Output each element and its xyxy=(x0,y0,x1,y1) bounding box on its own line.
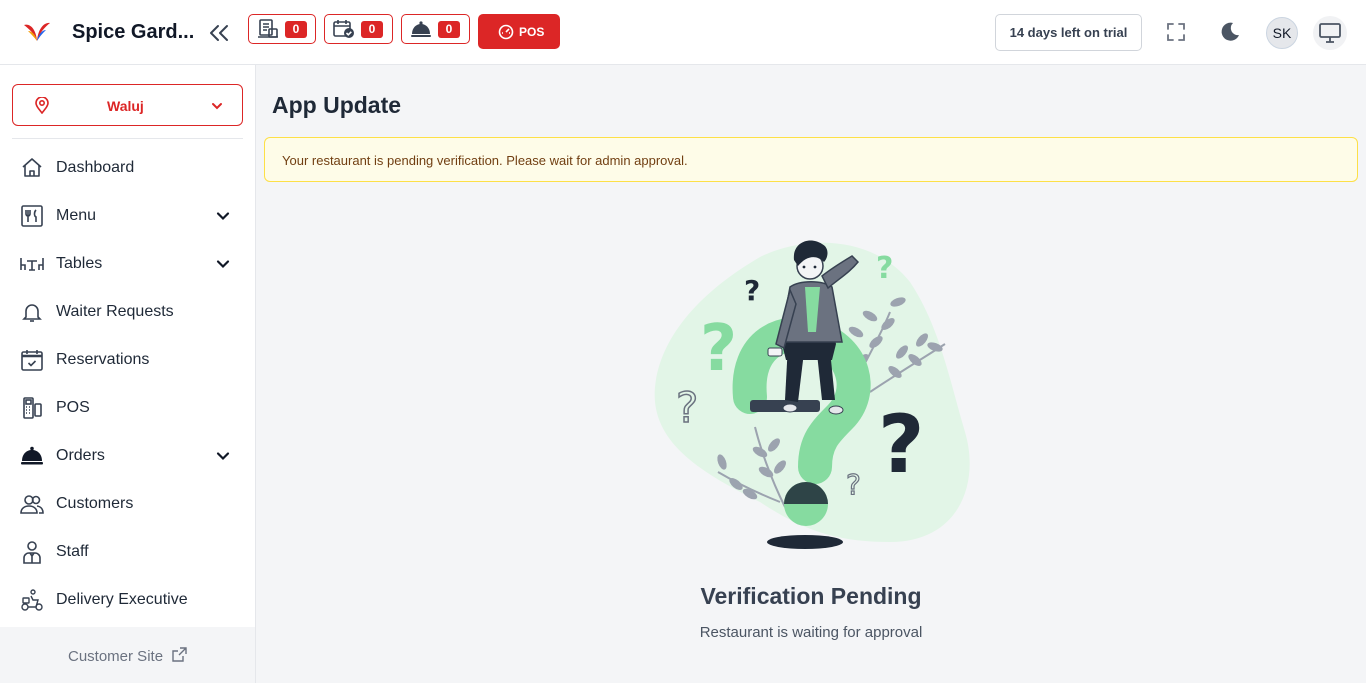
svg-text:?: ? xyxy=(878,398,924,491)
reservation-calendar-icon xyxy=(333,20,354,38)
sidebar-item-pos[interactable]: POS xyxy=(0,389,255,429)
svg-text:?: ? xyxy=(876,251,893,286)
alert-message: Your restaurant is pending verification.… xyxy=(282,153,688,168)
chevron-down-icon[interactable] xyxy=(214,447,232,465)
chevron-down-icon[interactable] xyxy=(214,207,232,225)
sidebar-item-label: Staff xyxy=(56,543,89,560)
chevron-down-icon[interactable] xyxy=(214,255,232,273)
reservation-counter-button[interactable]: 0 xyxy=(324,14,393,44)
monitor-icon xyxy=(1319,23,1341,43)
verification-alert: Your restaurant is pending verification.… xyxy=(264,137,1358,182)
scooter-icon xyxy=(21,589,43,611)
sidebar-item-staff[interactable]: Staff xyxy=(0,533,255,573)
fullscreen-icon[interactable] xyxy=(1164,20,1188,44)
branch-name: Waluj xyxy=(107,98,144,114)
tables-icon xyxy=(20,258,44,271)
sidebar-item-label: Customers xyxy=(56,495,134,512)
cloche-icon xyxy=(21,446,43,465)
pos-terminal-icon xyxy=(23,397,42,419)
sidebar-item-orders[interactable]: Orders xyxy=(0,437,255,477)
home-icon xyxy=(22,158,42,177)
sidebar-item-waiter-requests[interactable]: Waiter Requests xyxy=(0,293,255,333)
user-avatar[interactable]: SK xyxy=(1266,17,1298,49)
gauge-icon xyxy=(498,24,514,40)
divider xyxy=(12,138,243,139)
sidebar-item-customers[interactable]: Customers xyxy=(0,485,255,525)
menu-utensils-icon xyxy=(21,205,43,227)
svg-text:?: ? xyxy=(744,274,760,307)
verification-pending-illustration: ? ? ? ? ? ? xyxy=(654,240,970,549)
sidebar-item-reservations[interactable]: Reservations xyxy=(0,341,255,381)
sidebar-item-label: Waiter Requests xyxy=(56,303,174,320)
sidebar-item-dashboard[interactable]: Dashboard xyxy=(0,149,255,189)
trial-status-button[interactable]: 14 days left on trial xyxy=(995,14,1142,51)
dark-mode-moon-icon[interactable] xyxy=(1218,20,1242,44)
app-logo-icon[interactable] xyxy=(22,19,52,45)
branch-selector[interactable]: Waluj xyxy=(12,84,243,126)
svg-text:?: ? xyxy=(676,383,698,432)
customer-site-label: Customer Site xyxy=(68,648,164,665)
location-pin-icon xyxy=(35,97,49,114)
pos-button-label: POS xyxy=(519,25,545,39)
desktop-view-button[interactable] xyxy=(1313,16,1347,50)
sidebar: Waluj Dashboard Menu Tables Waiter Reque… xyxy=(0,65,256,683)
kot-counter-button[interactable]: 0 xyxy=(248,14,316,44)
page-title: App Update xyxy=(272,92,402,118)
status-heading: Verification Pending xyxy=(700,583,922,609)
sidebar-item-label: Delivery Executive xyxy=(56,591,188,608)
pos-button[interactable]: POS xyxy=(478,14,560,49)
cloche-icon xyxy=(411,21,431,37)
svg-text:?: ? xyxy=(700,312,737,386)
sidebar-item-menu[interactable]: Menu xyxy=(0,197,255,237)
kot-count-badge: 0 xyxy=(285,21,307,38)
chevron-down-icon xyxy=(212,103,222,110)
status-subheading: Restaurant is waiting for approval xyxy=(699,624,923,641)
sidebar-item-label: Orders xyxy=(56,447,105,464)
sidebar-item-label: Tables xyxy=(56,255,103,272)
sidebar-item-label: POS xyxy=(56,399,90,416)
sidebar-item-label: Reservations xyxy=(56,351,150,368)
app-name: Spice Gard... xyxy=(72,21,195,43)
order-counter-button[interactable]: 0 xyxy=(401,14,470,44)
external-link-icon xyxy=(172,647,187,662)
kot-icon xyxy=(258,19,278,38)
bell-icon xyxy=(22,304,42,322)
users-icon xyxy=(20,495,44,514)
sidebar-item-label: Dashboard xyxy=(56,159,135,176)
reservation-count-badge: 0 xyxy=(361,21,383,38)
customer-site-link[interactable]: Customer Site xyxy=(0,627,255,683)
sidebar-item-label: Menu xyxy=(56,207,97,224)
sidebar-item-delivery-executive[interactable]: Delivery Executive xyxy=(0,581,255,621)
collapse-sidebar-icon[interactable] xyxy=(206,20,232,46)
svg-text:?: ? xyxy=(846,468,861,501)
top-bar: Spice Gard... 0 0 0 POS 14 days left on … xyxy=(0,0,1366,65)
sidebar-item-tables[interactable]: Tables xyxy=(0,245,255,285)
staff-icon xyxy=(23,541,41,564)
calendar-check-icon xyxy=(21,350,43,371)
order-count-badge: 0 xyxy=(438,21,460,38)
